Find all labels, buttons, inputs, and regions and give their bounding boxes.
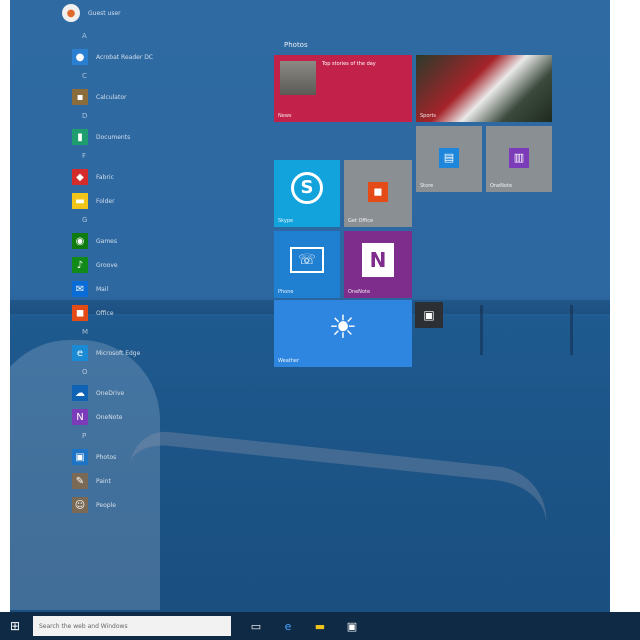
tile-label: OneNote [490, 183, 513, 189]
tile-label: Store [420, 183, 434, 189]
music-icon: ♪ [72, 257, 88, 273]
section-letter[interactable]: F [82, 152, 86, 160]
app-list-item[interactable]: ☁ OneDrive [72, 384, 124, 402]
tile-sports[interactable]: Sports [416, 55, 552, 122]
app-label: Games [96, 237, 117, 245]
start-button[interactable]: ⊞ [0, 612, 30, 640]
app-label: Photos [96, 453, 117, 461]
app-label: Calculator [96, 93, 127, 101]
tile-onenote[interactable]: N OneNote [344, 231, 412, 298]
app-list-item[interactable]: N OneNote [72, 408, 122, 426]
tile-store[interactable]: ▤ Store [416, 126, 482, 192]
doc-icon: ▮ [72, 129, 88, 145]
phone-icon: ☏ [290, 247, 324, 273]
section-letter[interactable]: O [82, 368, 88, 376]
tile-news[interactable]: Top stories of the day News [274, 55, 412, 122]
tile-label: Phone [278, 289, 294, 295]
app-list-item[interactable]: ▬ Folder [72, 192, 115, 210]
people-icon: ☺ [72, 497, 88, 513]
app-list-item[interactable]: ◉ Games [72, 232, 117, 250]
skype-icon: S [291, 172, 323, 204]
tile-label: News [278, 113, 292, 119]
tile-group-title: Photos [284, 41, 308, 49]
office-icon: ◼ [72, 305, 88, 321]
tile-get-office[interactable]: ◼ Get Office [344, 160, 412, 227]
section-letter[interactable]: G [82, 216, 87, 224]
app-list-item[interactable]: ✎ Paint [72, 472, 111, 490]
app-list-item[interactable]: ♪ Groove [72, 256, 118, 274]
sea-post [480, 305, 483, 355]
desktop-background: ● Guest user A ● Acrobat Reader DC C ▪ Calcul… [10, 0, 610, 612]
app-label: Office [96, 309, 114, 317]
app-list-item[interactable]: ☺ People [72, 496, 116, 514]
folder-icon[interactable]: ▬ [312, 618, 328, 634]
section-letter[interactable]: C [82, 72, 87, 80]
tile-weather[interactable]: ☀ Weather [274, 300, 412, 367]
edge-icon: e [72, 345, 88, 361]
red-app-icon: ◆ [72, 169, 88, 185]
camera-icon[interactable]: ▣ [415, 302, 443, 328]
person-icon: ● [72, 49, 88, 65]
app-list-item[interactable]: ✉ Mail [72, 280, 108, 298]
onenote-icon: ▥ [509, 148, 529, 168]
app-label: Folder [96, 197, 115, 205]
task-view-icon[interactable]: ▭ [248, 618, 264, 634]
app-icon: ▪ [72, 89, 88, 105]
tile-label: Weather [278, 358, 300, 364]
app-label: Microsoft Edge [96, 349, 141, 357]
app-label: Mail [96, 285, 109, 293]
app-list[interactable]: A ● Acrobat Reader DC C ▪ Calculator D ▮ Documen… [20, 0, 260, 612]
news-thumbnail [280, 61, 316, 95]
app-label: Paint [96, 477, 111, 485]
section-letter[interactable]: D [82, 112, 87, 120]
store-icon[interactable]: ▣ [344, 618, 360, 634]
tile-skype[interactable]: S Skype [274, 160, 340, 227]
cloud-icon: ☁ [72, 385, 88, 401]
onenote-icon: N [362, 243, 394, 277]
office-icon: ◼ [368, 182, 388, 202]
app-label: Documents [96, 133, 131, 141]
section-letter[interactable]: M [82, 328, 88, 336]
news-headline: Top stories of the day [322, 61, 376, 67]
sea-post [570, 305, 573, 355]
paint-icon: ✎ [72, 473, 88, 489]
tile-label: OneNote [348, 289, 371, 295]
store-icon: ▤ [439, 148, 459, 168]
app-label: Acrobat Reader DC [96, 53, 153, 61]
mail-icon: ✉ [72, 281, 88, 297]
section-letter[interactable]: P [82, 432, 86, 440]
app-list-item[interactable]: ▮ Documents [72, 128, 130, 146]
app-label: OneNote [96, 413, 123, 421]
taskbar: ⊞ Search the web and Windows ▭ e ▬ ▣ [0, 612, 640, 640]
app-list-item[interactable]: ◼ Office [72, 304, 114, 322]
edge-icon[interactable]: e [280, 618, 296, 634]
app-label: Fabric [96, 173, 114, 181]
app-list-item[interactable]: e Microsoft Edge [72, 344, 140, 362]
tile-label: Sports [420, 113, 437, 119]
onenote-icon: N [72, 409, 88, 425]
app-label: OneDrive [96, 389, 125, 397]
sun-icon: ☀ [328, 308, 358, 346]
app-list-item[interactable]: ▪ Calculator [72, 88, 126, 106]
tile-phone[interactable]: ☏ Phone [274, 231, 340, 298]
tile-label: Skype [278, 218, 294, 224]
app-label: People [96, 501, 116, 509]
app-list-item[interactable]: ● Acrobat Reader DC [72, 48, 153, 66]
section-letter[interactable]: A [82, 32, 87, 40]
tile-label: Get Office [348, 218, 374, 224]
app-list-item[interactable]: ▣ Photos [72, 448, 116, 466]
folder-icon: ▬ [72, 193, 88, 209]
search-box[interactable]: Search the web and Windows [33, 616, 231, 636]
xbox-icon: ◉ [72, 233, 88, 249]
tile-onenote-small[interactable]: ▥ OneNote [486, 126, 552, 192]
app-list-item[interactable]: ◆ Fabric [72, 168, 114, 186]
app-label: Groove [96, 261, 118, 269]
photo-icon: ▣ [72, 449, 88, 465]
